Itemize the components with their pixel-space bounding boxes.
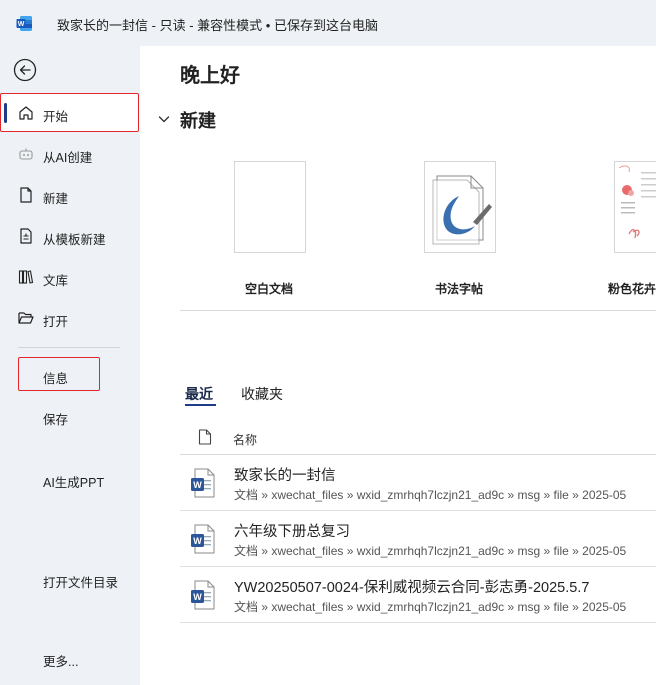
sidebar-item-label: 更多...	[43, 655, 79, 669]
template-label: 书法字帖	[435, 282, 484, 296]
row-divider	[180, 622, 656, 623]
backstage-main: 晚上好 新建 空白文档 书法字帖 粉色花卉 最近 收藏夹 名称 W 致家长的一封…	[140, 46, 656, 685]
sidebar-item-save[interactable]: 保存	[0, 397, 140, 435]
sidebar-item-label: AI生成PPT	[43, 476, 105, 490]
title-sep: -	[185, 18, 198, 33]
svg-text:W: W	[193, 480, 202, 490]
svg-text:W: W	[193, 536, 202, 546]
title-bar: W 致家长的一封信 - 只读 - 兼容性模式 • 已保存到这台电脑	[0, 0, 656, 46]
column-name-header[interactable]: 名称	[233, 431, 257, 448]
file-name: 致家长的一封信	[234, 468, 336, 484]
library-icon	[18, 270, 34, 284]
title-sep: -	[148, 18, 160, 33]
sidebar-item-template-new[interactable]: 从模板新建	[0, 217, 140, 255]
template-pink-floral[interactable]: 粉色花卉	[608, 161, 656, 296]
ai-create-icon	[19, 148, 33, 160]
back-arrow-icon[interactable]	[13, 58, 37, 82]
title-mode: 只读	[159, 18, 186, 33]
file-list-header: 名称	[180, 427, 656, 453]
word-document-icon: W	[191, 524, 215, 554]
sidebar-divider	[18, 347, 120, 348]
sidebar-item-open[interactable]: 打开	[0, 299, 140, 337]
new-doc-icon	[20, 187, 32, 203]
template-label: 粉色花卉	[608, 282, 656, 296]
calligraphy-brush-icon	[432, 175, 492, 245]
folder-open-icon	[18, 312, 34, 324]
file-name: YW20250507-0024-保利威视频云合同-彭志勇-2025.5.7	[234, 580, 590, 596]
title-compat: 兼容性模式	[197, 18, 263, 33]
sidebar-item-label: 从模板新建	[43, 233, 106, 247]
home-icon	[19, 106, 33, 120]
window-title: 致家长的一封信 - 只读 - 兼容性模式 • 已保存到这台电脑	[57, 15, 378, 34]
sidebar-item-label: 打开文件目录	[43, 576, 119, 590]
file-row[interactable]: W YW20250507-0024-保利威视频云合同-彭志勇-2025.5.7 …	[180, 567, 656, 623]
sidebar-item-ai-ppt[interactable]: AI生成PPT	[0, 460, 140, 498]
sidebar-item-label: 新建	[43, 192, 69, 206]
file-type-icon[interactable]	[198, 429, 212, 445]
sidebar-item-label: 开始	[43, 110, 69, 124]
tab-favorites[interactable]: 收藏夹	[241, 384, 283, 404]
greeting-heading: 晚上好	[180, 65, 240, 87]
title-doc-name: 致家长的一封信	[57, 18, 149, 33]
active-indicator	[4, 103, 7, 123]
sidebar-item-label: 文库	[43, 274, 69, 288]
word-document-icon: W	[191, 580, 215, 610]
sidebar-item-label: 打开	[43, 315, 69, 329]
template-blank-document[interactable]: 空白文档	[234, 161, 354, 296]
template-thumbnail	[614, 161, 656, 253]
section-divider	[180, 310, 656, 311]
file-path: 文档 » xwechat_files » wxid_zmrhqh7lczjn21…	[234, 544, 627, 558]
svg-text:W: W	[193, 592, 202, 602]
sidebar-item-ai-create[interactable]: 从AI创建	[0, 135, 140, 173]
new-section-title: 新建	[180, 111, 216, 131]
word-document-icon: W	[191, 468, 215, 498]
backstage-sidebar: 开始 从AI创建 新建 从模板新建 文库 打开 信息 保存 AI生成PPT 打开…	[0, 46, 140, 685]
template-label: 空白文档	[245, 282, 294, 296]
template-thumbnail	[234, 161, 306, 253]
sidebar-item-label: 从AI创建	[43, 151, 93, 165]
chevron-down-icon[interactable]	[158, 113, 170, 125]
file-path: 文档 » xwechat_files » wxid_zmrhqh7lczjn21…	[234, 600, 627, 614]
sidebar-item-more[interactable]: 更多...	[0, 639, 140, 677]
floral-thumbnail-icon	[618, 165, 656, 239]
sidebar-item-label: 信息	[43, 372, 69, 386]
file-name: 六年级下册总复习	[234, 524, 350, 540]
word-icon: W	[16, 16, 32, 31]
file-path: 文档 » xwechat_files » wxid_zmrhqh7lczjn21…	[234, 488, 627, 502]
template-calligraphy[interactable]: 书法字帖	[424, 161, 544, 296]
file-row[interactable]: W 致家长的一封信 文档 » xwechat_files » wxid_zmrh…	[180, 455, 656, 511]
sidebar-item-home[interactable]: 开始	[0, 94, 140, 132]
sidebar-item-info[interactable]: 信息	[0, 356, 140, 394]
template-icon	[20, 228, 32, 244]
tab-recent[interactable]: 最近	[185, 384, 213, 404]
title-sep: •	[262, 18, 274, 33]
sidebar-item-open-folder[interactable]: 打开文件目录	[0, 560, 140, 598]
title-saved-status: 已保存到这台电脑	[273, 18, 378, 33]
sidebar-item-new[interactable]: 新建	[0, 176, 140, 214]
sidebar-item-library[interactable]: 文库	[0, 258, 140, 296]
tab-active-underline	[185, 404, 216, 406]
template-thumbnail	[424, 161, 496, 253]
sidebar-item-label: 保存	[43, 413, 69, 427]
svg-text:W: W	[18, 21, 25, 28]
file-row[interactable]: W 六年级下册总复习 文档 » xwechat_files » wxid_zmr…	[180, 511, 656, 567]
